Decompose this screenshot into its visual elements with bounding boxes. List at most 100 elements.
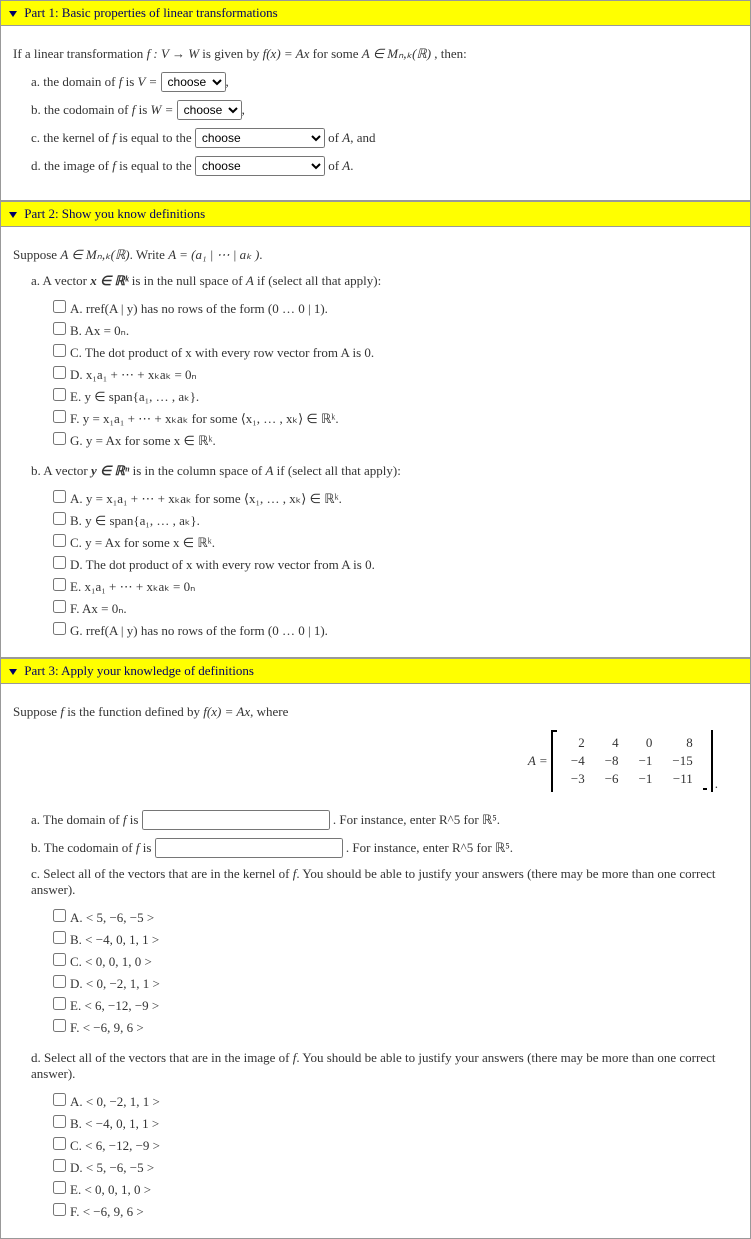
option: D. The dot product of x with every row v… [49, 553, 738, 573]
part1-a: a. the domain of f is V = choose, [31, 72, 738, 92]
part1-c: c. the kernel of f is equal to the choos… [31, 128, 738, 148]
part2-b-options: A. y = x₁a₁ + ⋯ + xₖaₖ for some ⟨x₁, … ,… [13, 487, 738, 639]
part3-body: Suppose f is the function defined by f(x… [0, 684, 751, 1239]
option: G. rref(A | y) has no rows of the form (… [49, 619, 738, 639]
p3d-checkbox-3[interactable] [53, 1159, 66, 1172]
text: . Write [130, 247, 169, 262]
text: , where [250, 704, 288, 719]
option-label: C. < 6, −12, −9 > [70, 1138, 160, 1153]
p2b-checkbox-2[interactable] [53, 534, 66, 547]
p3d-checkbox-2[interactable] [53, 1137, 66, 1150]
option: A. < 0, −2, 1, 1 > [49, 1090, 738, 1110]
p3c-checkbox-2[interactable] [53, 953, 66, 966]
p3c-checkbox-5[interactable] [53, 1019, 66, 1032]
text: if (select all that apply): [254, 273, 381, 288]
p2a-checkbox-6[interactable] [53, 432, 66, 445]
p3c-checkbox-0[interactable] [53, 909, 66, 922]
p3c-checkbox-4[interactable] [53, 997, 66, 1010]
text: . [497, 812, 500, 827]
p2a-checkbox-1[interactable] [53, 322, 66, 335]
option-label: A. rref(A | y) has no rows of the form (… [70, 301, 328, 316]
part2-body: Suppose A ∈ Mₙ,ₖ(ℝ). Write A = (a₁ | ⋯ |… [0, 227, 751, 658]
p3d-checkbox-5[interactable] [53, 1203, 66, 1216]
part3-c-options: A. < 5, −6, −5 >B. < −4, 0, 1, 1 >C. < 0… [13, 906, 738, 1036]
option: E. x₁a₁ + ⋯ + xₖaₖ = 0ₙ [49, 575, 738, 595]
math: ℝ⁵ [495, 840, 510, 855]
option: E. y ∈ span{a₁, … , aₖ}. [49, 385, 738, 405]
matrix-cell: 8 [662, 734, 702, 752]
text: . [259, 247, 262, 262]
p2a-checkbox-4[interactable] [53, 388, 66, 401]
part2-header[interactable]: Part 2: Show you know definitions [0, 201, 751, 227]
option-label: E. y ∈ span{a₁, … , aₖ}. [70, 389, 199, 404]
matrix-cell: −1 [629, 752, 663, 770]
p2b-checkbox-3[interactable] [53, 556, 66, 569]
matrix-cell: 2 [561, 734, 595, 752]
text: is the function defined by [64, 704, 203, 719]
part1-c-select[interactable]: choose [195, 128, 325, 148]
text: is given by [202, 46, 262, 61]
matrix-cell: −15 [662, 752, 702, 770]
part1-d: d. the image of f is equal to the choose… [31, 156, 738, 176]
matrix-cell: −11 [662, 770, 702, 788]
p2a-checkbox-0[interactable] [53, 300, 66, 313]
text: . [510, 840, 513, 855]
option: C. < 0, 0, 1, 0 > [49, 950, 738, 970]
math: x ∈ ℝᵏ [90, 273, 128, 288]
p2b-checkbox-0[interactable] [53, 490, 66, 503]
p3d-checkbox-1[interactable] [53, 1115, 66, 1128]
p3d-checkbox-4[interactable] [53, 1181, 66, 1194]
option: D. x₁a₁ + ⋯ + xₖaₖ = 0ₙ [49, 363, 738, 383]
part1-d-select[interactable]: choose [195, 156, 325, 176]
part1-body: If a linear transformation f : V → W is … [0, 26, 751, 201]
option: E. < 0, 0, 1, 0 > [49, 1178, 738, 1198]
option-label: E. < 6, −12, −9 > [70, 998, 159, 1013]
p2a-checkbox-5[interactable] [53, 410, 66, 423]
option-label: E. x₁a₁ + ⋯ + xₖaₖ = 0ₙ [70, 579, 195, 594]
p2b-checkbox-5[interactable] [53, 600, 66, 613]
option-label: C. The dot product of x with every row v… [70, 345, 374, 360]
part1-a-select[interactable]: choose [161, 72, 226, 92]
math: f(x) = Ax [203, 704, 250, 719]
option: A. rref(A | y) has no rows of the form (… [49, 297, 738, 317]
chevron-down-icon [9, 669, 17, 675]
p2b-checkbox-6[interactable] [53, 622, 66, 635]
part1-b-select[interactable]: choose [177, 100, 242, 120]
matrix-table: 2408−4−8−1−15−3−6−1−11 [561, 734, 703, 788]
part3-header[interactable]: Part 3: Apply your knowledge of definiti… [0, 658, 751, 684]
part3-a: a. The domain of f is . For instance, en… [31, 810, 738, 830]
codomain-input[interactable] [155, 838, 343, 858]
text: c. the kernel of [31, 130, 112, 145]
domain-input[interactable] [142, 810, 330, 830]
option: C. The dot product of x with every row v… [49, 341, 738, 361]
text: is [122, 74, 137, 89]
part3-d-intro: d. Select all of the vectors that are in… [31, 1050, 738, 1082]
option: A. < 5, −6, −5 > [49, 906, 738, 926]
part2-a-intro: a. A vector x ∈ ℝᵏ is in the null space … [31, 273, 738, 289]
option: B. < −4, 0, 1, 1 > [49, 928, 738, 948]
option-label: A. y = x₁a₁ + ⋯ + xₖaₖ for some ⟨x₁, … ,… [70, 491, 342, 506]
p2b-checkbox-1[interactable] [53, 512, 66, 525]
text: is [135, 102, 150, 117]
part1-b: b. the codomain of f is W = choose, [31, 100, 738, 120]
p2a-checkbox-3[interactable] [53, 366, 66, 379]
option: C. < 6, −12, −9 > [49, 1134, 738, 1154]
text: if (select all that apply): [273, 463, 400, 478]
text: b. A vector [31, 463, 91, 478]
part3-d-options: A. < 0, −2, 1, 1 >B. < −4, 0, 1, 1 >C. <… [13, 1090, 738, 1220]
matrix-cell: −4 [561, 752, 595, 770]
matrix-cell: −1 [629, 770, 663, 788]
p3c-checkbox-3[interactable] [53, 975, 66, 988]
text: is [139, 840, 154, 855]
part1-header[interactable]: Part 1: Basic properties of linear trans… [0, 0, 751, 26]
option: F. < −6, 9, 6 > [49, 1200, 738, 1220]
option: D. < 5, −6, −5 > [49, 1156, 738, 1176]
option-label: D. x₁a₁ + ⋯ + xₖaₖ = 0ₙ [70, 367, 197, 382]
text: . For instance, enter R^5 for [333, 812, 482, 827]
p2a-checkbox-2[interactable] [53, 344, 66, 357]
matrix-cell: 0 [629, 734, 663, 752]
p3c-checkbox-1[interactable] [53, 931, 66, 944]
p2b-checkbox-4[interactable] [53, 578, 66, 591]
option: G. y = Ax for some x ∈ ℝᵏ. [49, 429, 738, 449]
p3d-checkbox-0[interactable] [53, 1093, 66, 1106]
